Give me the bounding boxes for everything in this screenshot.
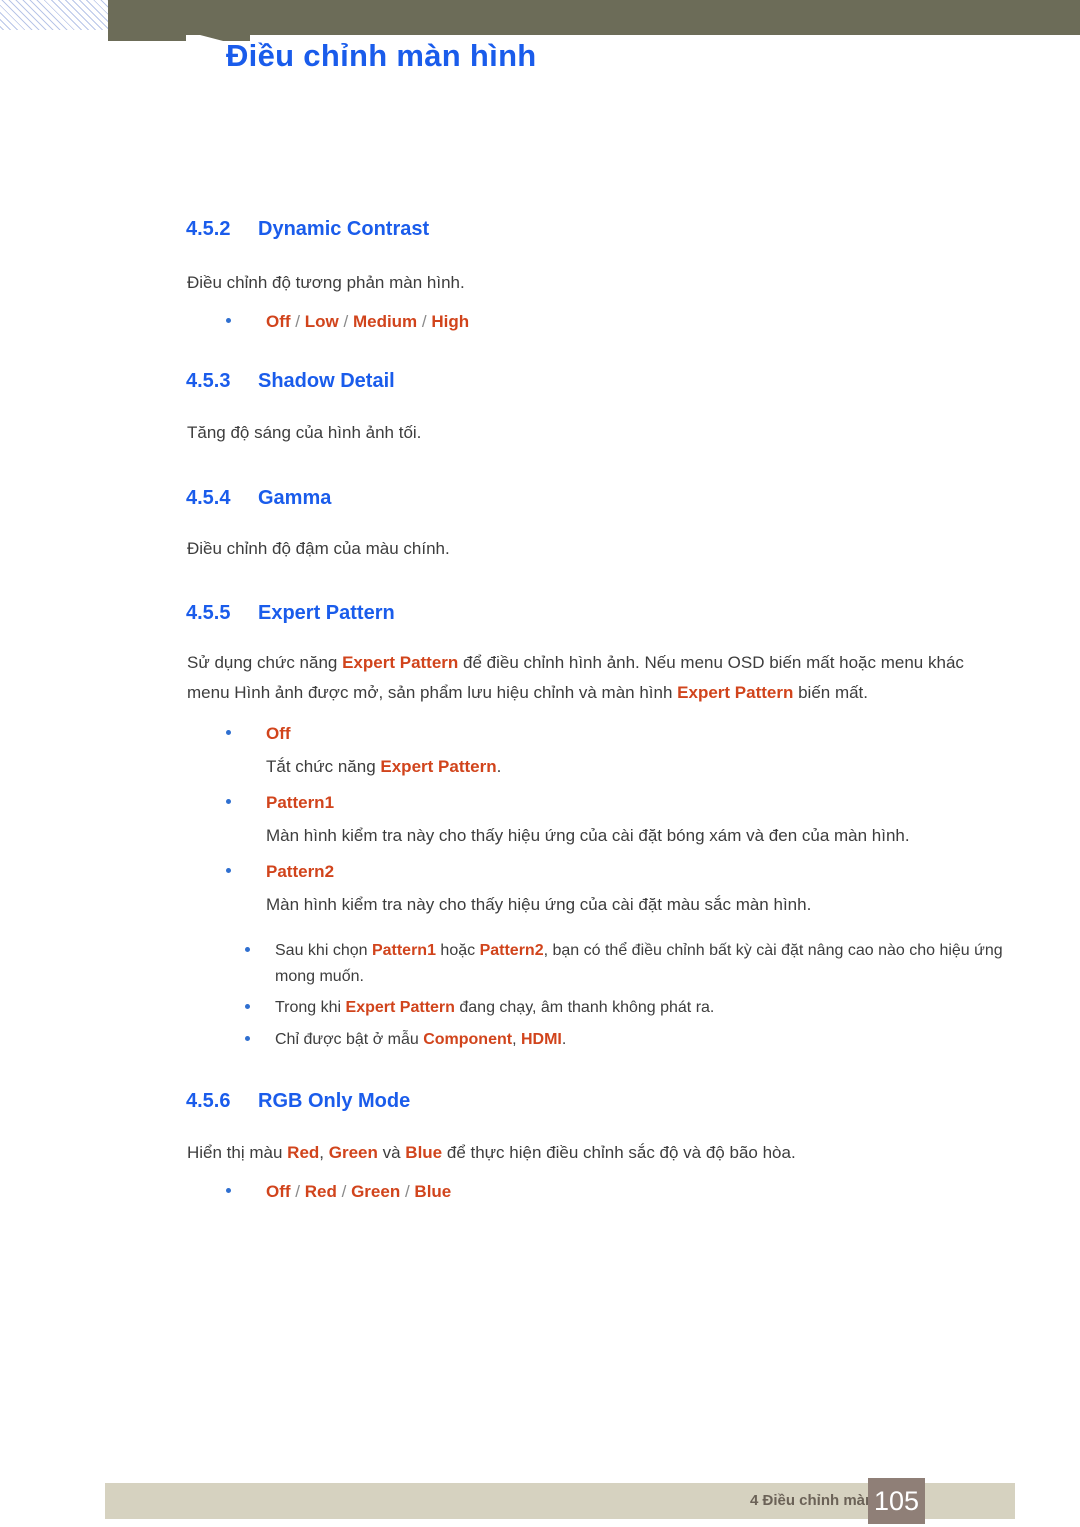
bullet-dot-icon — [226, 868, 231, 873]
note-part: hoặc — [435, 942, 480, 959]
term-green: Green — [328, 1143, 378, 1162]
term-red: Red — [287, 1143, 320, 1162]
section-title: Expert Pattern — [258, 602, 395, 624]
paragraph-text: và — [377, 1143, 406, 1162]
section-number: 4.5.4 — [186, 487, 231, 509]
desc-text: Màn hình kiểm tra này cho thấy hiệu ứng … — [266, 826, 910, 845]
section-title: RGB Only Mode — [258, 1090, 411, 1112]
expert-pattern-item-off: Off — [226, 720, 291, 748]
note-text: Chỉ được bật ở mẫu Component, HDMI. — [275, 1027, 1015, 1053]
note-part: Chỉ được bật ở mẫu — [275, 1031, 424, 1048]
section-title: Dynamic Contrast — [258, 218, 430, 240]
section-452-options: Off / Low / Medium / High — [266, 308, 469, 336]
option-separator: / — [295, 1182, 301, 1201]
option-separator: / — [404, 1182, 410, 1201]
option-separator: / — [421, 312, 427, 331]
bullet-dot-icon — [226, 1188, 231, 1193]
term-expert-pattern: Expert Pattern — [345, 999, 455, 1016]
paragraph-text: Hiển thị màu — [187, 1143, 288, 1162]
section-heading-453: 4.5.3 Shadow Detail — [186, 370, 395, 393]
item-label-off: Off — [266, 724, 291, 743]
expert-pattern-pattern2-description: Màn hình kiểm tra này cho thấy hiệu ứng … — [266, 891, 811, 919]
note-part: Sau khi chọn — [275, 942, 372, 959]
paragraph-text: biến mất. — [793, 683, 869, 702]
term-hdmi: HDMI — [520, 1031, 562, 1048]
bullet-dot-icon — [245, 1036, 250, 1041]
section-heading-452: 4.5.2 Dynamic Contrast — [186, 218, 429, 241]
section-title: Gamma — [258, 487, 332, 509]
expert-pattern-pattern1-description: Màn hình kiểm tra này cho thấy hiệu ứng … — [266, 822, 910, 850]
option-separator: / — [295, 312, 301, 331]
section-title: Shadow Detail — [258, 370, 395, 392]
note-text: Trong khi Expert Pattern đang chạy, âm t… — [275, 995, 1015, 1021]
section-453-description: Tăng độ sáng của hình ảnh tối. — [187, 423, 422, 442]
section-heading-456: 4.5.6 RGB Only Mode — [186, 1090, 410, 1113]
header-stripe-pattern — [0, 0, 108, 30]
term-expert-pattern: Expert Pattern — [342, 653, 459, 672]
footer-page-number: 105 — [868, 1478, 925, 1524]
term-component: Component — [423, 1031, 513, 1048]
option-off: Off — [266, 312, 291, 331]
section-452-options-bullet: Off / Low / Medium / High — [226, 308, 469, 336]
expert-pattern-note-2: Trong khi Expert Pattern đang chạy, âm t… — [245, 995, 1015, 1021]
note-text: Sau khi chọn Pattern1 hoặc Pattern2, bạn… — [275, 938, 1015, 990]
option-high: High — [431, 312, 470, 331]
expert-pattern-item-pattern1: Pattern1 — [226, 789, 334, 817]
expert-pattern-note-1: Sau khi chọn Pattern1 hoặc Pattern2, bạn… — [245, 938, 1015, 990]
expert-pattern-off-description: Tắt chức năng Expert Pattern. — [266, 753, 501, 781]
section-number: 4.5.2 — [186, 218, 231, 240]
desc-text: Tắt chức năng — [266, 757, 381, 776]
paragraph-text: Sử dụng chức năng — [187, 653, 343, 672]
bullet-dot-icon — [245, 1004, 250, 1009]
expert-pattern-item-pattern2: Pattern2 — [226, 858, 334, 886]
paragraph-text: để thực hiện điều chỉnh sắc độ và độ bão… — [442, 1143, 796, 1162]
option-separator: / — [341, 1182, 347, 1201]
term-expert-pattern: Expert Pattern — [380, 757, 497, 776]
page-header: Điều chỉnh màn hình — [0, 0, 1080, 105]
paragraph-text: , — [319, 1143, 329, 1162]
option-off: Off — [266, 1182, 291, 1201]
section-number: 4.5.3 — [186, 370, 231, 392]
bullet-dot-icon — [226, 730, 231, 735]
option-green: Green — [351, 1182, 401, 1201]
section-number: 4.5.5 — [186, 602, 231, 624]
desc-text: Màn hình kiểm tra này cho thấy hiệu ứng … — [266, 895, 812, 914]
paragraph-text: để điều chỉnh hình ảnh. Nếu menu OSD biế… — [458, 653, 924, 672]
section-452-description: Điều chỉnh độ tương phản màn hình. — [187, 273, 465, 292]
note-part: Trong khi — [275, 999, 346, 1016]
item-label-pattern2: Pattern2 — [266, 862, 335, 881]
note-part: . — [561, 1031, 567, 1048]
page-title: Điều chỉnh màn hình — [226, 38, 537, 73]
option-low: Low — [304, 312, 339, 331]
section-455-paragraph: Sử dụng chức năng Expert Pattern để điều… — [187, 648, 1007, 708]
note-part: đang chạy, âm thanh không phát ra. — [454, 999, 715, 1016]
term-expert-pattern: Expert Pattern — [677, 683, 794, 702]
bullet-dot-icon — [245, 947, 250, 952]
bullet-dot-icon — [226, 318, 231, 323]
header-olive-bar — [108, 0, 1080, 35]
option-medium: Medium — [352, 312, 418, 331]
option-red: Red — [304, 1182, 337, 1201]
section-heading-454: 4.5.4 Gamma — [186, 487, 331, 510]
header-tab-left — [108, 35, 186, 41]
term-pattern1: Pattern1 — [371, 942, 436, 959]
bullet-dot-icon — [226, 799, 231, 804]
option-blue: Blue — [414, 1182, 452, 1201]
term-blue: Blue — [405, 1143, 443, 1162]
term-pattern2: Pattern2 — [479, 942, 544, 959]
option-separator: / — [343, 312, 349, 331]
note-part: , — [512, 1031, 521, 1048]
section-456-options: Off / Red / Green / Blue — [266, 1178, 451, 1206]
section-456-paragraph: Hiển thị màu Red, Green và Blue để thực … — [187, 1138, 1007, 1168]
section-456-options-bullet: Off / Red / Green / Blue — [226, 1178, 451, 1206]
section-heading-455: 4.5.5 Expert Pattern — [186, 602, 395, 625]
section-number: 4.5.6 — [186, 1090, 231, 1112]
section-454-description: Điều chỉnh độ đậm của màu chính. — [187, 539, 450, 558]
expert-pattern-note-3: Chỉ được bật ở mẫu Component, HDMI. — [245, 1027, 1015, 1053]
desc-text: . — [496, 757, 502, 776]
item-label-pattern1: Pattern1 — [266, 793, 335, 812]
